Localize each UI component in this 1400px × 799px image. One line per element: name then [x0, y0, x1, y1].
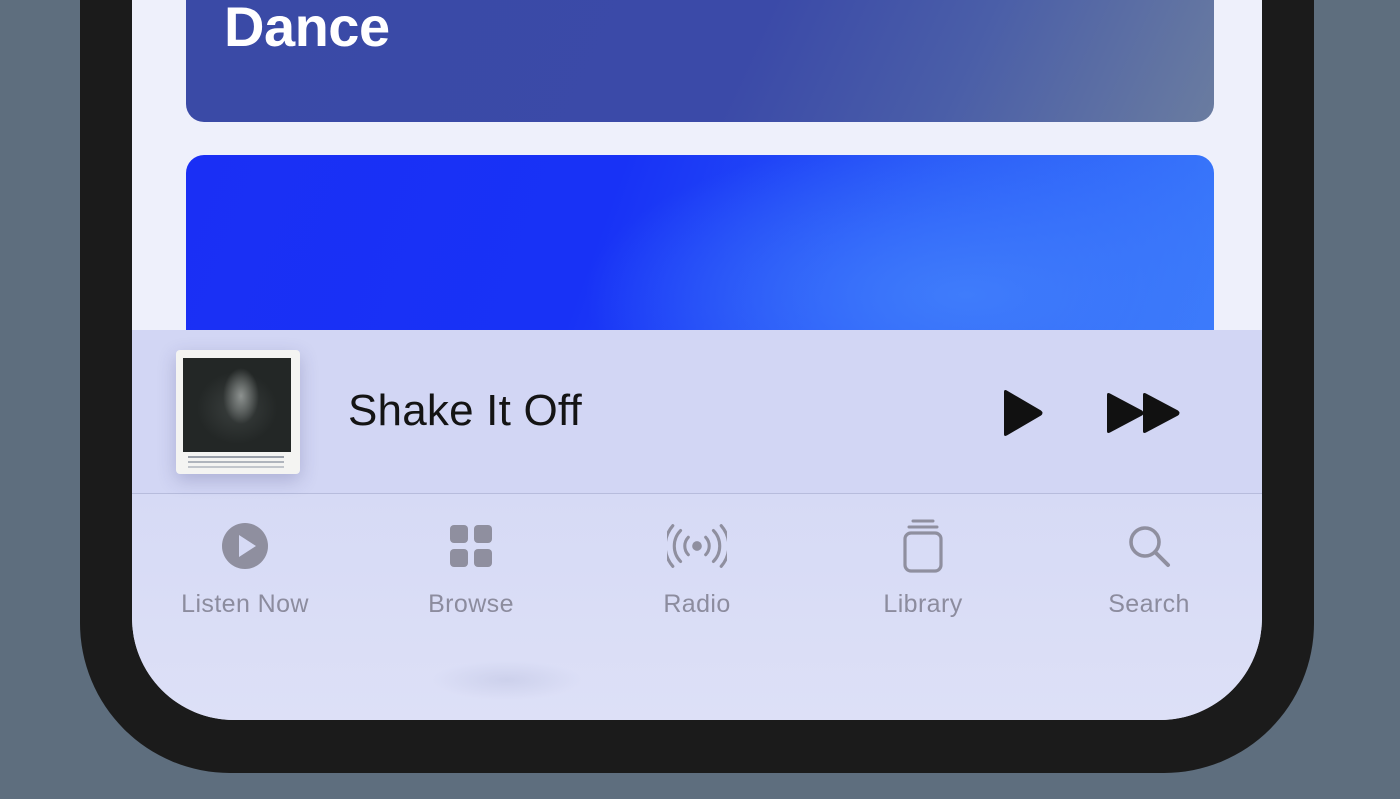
tab-label: Browse	[428, 590, 514, 618]
fast-forward-icon	[1107, 393, 1180, 433]
tab-label: Search	[1108, 590, 1190, 618]
bottom-area: Shake It Off Listen Now Browse Radio Lib…	[132, 330, 1262, 720]
tab-browse[interactable]: Browse	[358, 494, 584, 624]
genre-card-dance[interactable]: Dance	[186, 0, 1214, 122]
album-photo	[183, 358, 291, 452]
tab-label: Library	[883, 590, 963, 618]
tab-listen-now[interactable]: Listen Now	[132, 494, 358, 624]
tab-label: Radio	[663, 590, 731, 618]
song-title[interactable]: Shake It Off	[348, 386, 582, 436]
tab-label: Listen Now	[181, 590, 309, 618]
stack-icon	[893, 516, 953, 576]
broadcast-icon	[667, 516, 727, 576]
play-icon	[1004, 390, 1043, 436]
magnifier-icon	[1119, 516, 1179, 576]
tab-library[interactable]: Library	[810, 494, 1036, 624]
tab-radio[interactable]: Radio	[584, 494, 810, 624]
play-button[interactable]	[994, 388, 1050, 438]
genre-card-title: Dance	[224, 0, 390, 58]
play-circle-icon	[215, 516, 275, 576]
tab-bar: Listen Now Browse Radio Library Search	[132, 494, 1262, 634]
album-art[interactable]	[176, 350, 300, 474]
album-caption-scribble	[188, 456, 284, 458]
home-indicator-glow	[432, 660, 582, 700]
fast-forward-button[interactable]	[1102, 388, 1186, 438]
screen: Dance Shake It Off Listen Now Browse Rad…	[132, 0, 1262, 720]
genre-card-blue[interactable]	[186, 155, 1214, 355]
tab-search[interactable]: Search	[1036, 494, 1262, 624]
grid-icon	[441, 516, 501, 576]
mini-player[interactable]: Shake It Off	[132, 330, 1262, 494]
